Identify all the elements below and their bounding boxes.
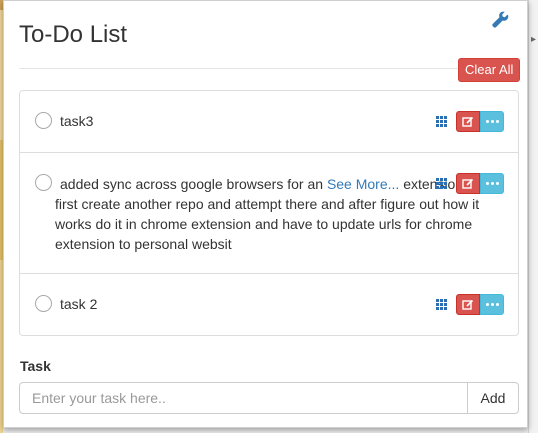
todo-text: task 2 bbox=[60, 296, 98, 312]
list-item: task 2 bbox=[20, 274, 518, 335]
task-input[interactable] bbox=[19, 382, 468, 414]
see-more-link[interactable]: See More... bbox=[327, 176, 399, 192]
task-field-label: Task bbox=[20, 358, 51, 374]
task-input-group: Add bbox=[19, 382, 519, 414]
chevron-right-icon: ▸ bbox=[531, 34, 537, 45]
ellipsis-icon bbox=[485, 120, 499, 123]
list-item: task3 bbox=[20, 91, 518, 153]
todo-text: task3 bbox=[60, 113, 94, 129]
edit-button[interactable] bbox=[456, 111, 480, 132]
popup-header: To-Do List bbox=[19, 11, 519, 69]
complete-radio[interactable] bbox=[35, 174, 52, 191]
edit-icon bbox=[462, 299, 474, 310]
edit-button[interactable] bbox=[456, 294, 480, 315]
list-item: added sync across google browsers for an… bbox=[20, 153, 518, 274]
more-options-button[interactable] bbox=[480, 111, 504, 132]
todo-list: task3 added sync across google browsers … bbox=[19, 90, 519, 336]
add-button[interactable]: Add bbox=[468, 382, 519, 414]
more-options-button[interactable] bbox=[480, 294, 504, 315]
item-actions bbox=[436, 173, 504, 194]
complete-radio[interactable] bbox=[35, 295, 52, 312]
todo-text-start: added sync across google browsers for an bbox=[60, 176, 327, 192]
complete-radio[interactable] bbox=[35, 112, 52, 129]
more-options-button[interactable] bbox=[480, 173, 504, 194]
browser-scrollbar[interactable]: ▸ bbox=[528, 0, 538, 433]
page-title: To-Do List bbox=[19, 21, 128, 48]
drag-handle-icon[interactable] bbox=[436, 177, 448, 190]
wrench-icon[interactable] bbox=[491, 11, 509, 29]
edit-icon bbox=[462, 178, 474, 189]
todo-popup: To-Do List Clear All task3 added sync ac… bbox=[3, 0, 528, 428]
drag-handle-icon[interactable] bbox=[436, 298, 448, 311]
ellipsis-icon bbox=[485, 182, 499, 185]
ellipsis-icon bbox=[485, 303, 499, 306]
edit-button[interactable] bbox=[456, 173, 480, 194]
edit-icon bbox=[462, 116, 474, 127]
item-actions bbox=[436, 111, 504, 132]
clear-all-button[interactable]: Clear All bbox=[458, 58, 521, 82]
drag-handle-icon[interactable] bbox=[436, 115, 448, 128]
item-actions bbox=[436, 294, 504, 315]
